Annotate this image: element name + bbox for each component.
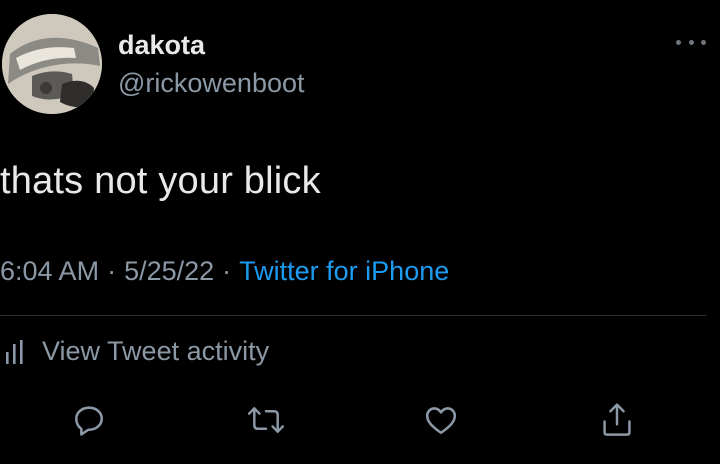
share-icon: [603, 403, 631, 436]
avatar[interactable]: [2, 14, 102, 114]
action-bar: [0, 396, 720, 446]
reply-button[interactable]: [65, 396, 113, 444]
divider: [0, 315, 706, 316]
retweet-button[interactable]: [242, 396, 290, 444]
retweet-icon: [247, 407, 285, 433]
tweet-date[interactable]: 5/25/22: [124, 256, 214, 287]
share-button[interactable]: [593, 396, 641, 444]
view-tweet-activity-label: View Tweet activity: [42, 336, 270, 366]
reply-icon: [74, 406, 104, 436]
like-button[interactable]: [417, 396, 465, 444]
like-icon: [425, 407, 457, 435]
meta-separator: ·: [222, 256, 232, 286]
display-name[interactable]: dakota: [118, 30, 205, 61]
tweet-text: thats not your blick: [0, 160, 321, 202]
tweet-detail: dakota @rickowenboot thats not your blic…: [0, 0, 720, 464]
more-options-icon[interactable]: [676, 34, 706, 50]
username-handle[interactable]: @rickowenboot: [118, 68, 305, 99]
avatar-image: [2, 14, 102, 114]
tweet-source-link[interactable]: Twitter for iPhone: [239, 256, 449, 287]
analytics-bars-icon: [4, 337, 32, 367]
view-tweet-activity-button[interactable]: View Tweet activity: [0, 336, 269, 367]
tweet-metadata: 6:04 AM · 5/25/22 · Twitter for iPhone: [0, 256, 449, 287]
tweet-time[interactable]: 6:04 AM: [0, 256, 99, 287]
meta-separator: ·: [107, 256, 117, 286]
